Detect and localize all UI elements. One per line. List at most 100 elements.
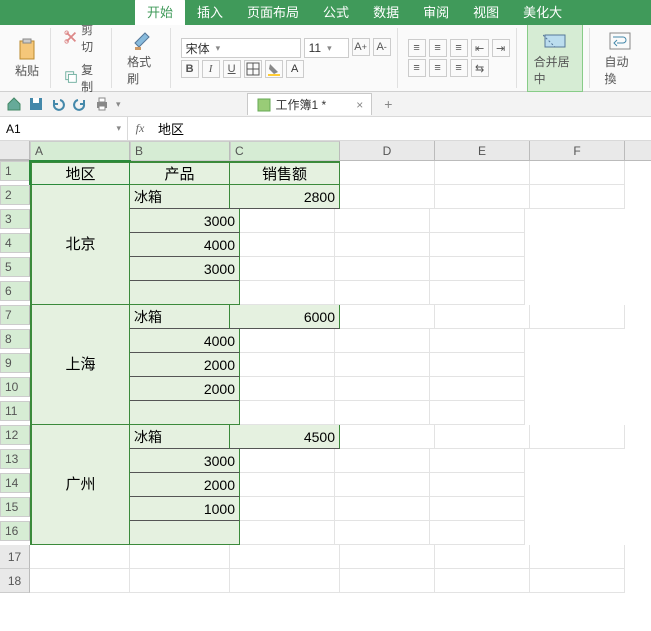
font-size-select[interactable]: 11▾ xyxy=(304,38,349,58)
cell-A1[interactable]: 地区 xyxy=(30,161,130,185)
cell-E13[interactable] xyxy=(335,449,430,473)
font-color-button[interactable]: A xyxy=(286,60,304,78)
cell-F5[interactable] xyxy=(430,257,525,281)
cell-A18[interactable] xyxy=(30,569,130,593)
save-icon[interactable] xyxy=(28,96,44,112)
align-left-button[interactable]: ≡ xyxy=(408,59,426,77)
row-header-13[interactable]: 13 xyxy=(0,449,30,469)
cell-D13[interactable] xyxy=(240,449,335,473)
menu-tab-插入[interactable]: 插入 xyxy=(185,0,235,25)
formula-input[interactable]: 地区 xyxy=(152,119,651,138)
home-icon[interactable] xyxy=(6,96,22,112)
align-bottom-button[interactable]: ≡ xyxy=(450,39,468,57)
fill-color-button[interactable] xyxy=(265,60,283,78)
cell-C16[interactable] xyxy=(130,521,240,545)
cell-E6[interactable] xyxy=(335,281,430,305)
cell-C1[interactable]: 销售额 xyxy=(230,161,340,185)
cell-A17[interactable] xyxy=(30,545,130,569)
row-header-9[interactable]: 9 xyxy=(0,353,30,373)
underline-button[interactable]: U xyxy=(223,60,241,78)
cell-E12[interactable] xyxy=(435,425,530,449)
fx-icon[interactable]: fx xyxy=(128,121,152,136)
cell-F8[interactable] xyxy=(430,329,525,353)
cell-F13[interactable] xyxy=(430,449,525,473)
cell-D14[interactable] xyxy=(240,473,335,497)
wrap-text-button[interactable]: 自动換 xyxy=(600,27,641,89)
cell-D2[interactable] xyxy=(340,185,435,209)
cell-F2[interactable] xyxy=(530,185,625,209)
row-header-5[interactable]: 5 xyxy=(0,257,30,277)
cell-E11[interactable] xyxy=(335,401,430,425)
bold-button[interactable]: B xyxy=(181,60,199,78)
redo-icon[interactable] xyxy=(72,96,88,112)
close-icon[interactable]: × xyxy=(356,98,363,112)
cell-C4[interactable]: 4000 xyxy=(130,233,240,257)
undo-icon[interactable] xyxy=(50,96,66,112)
col-header-C[interactable]: C xyxy=(230,141,340,161)
cell-C12[interactable]: 4500 xyxy=(230,425,340,449)
menu-tab-美化大[interactable]: 美化大 xyxy=(511,0,574,25)
menu-tab-页面布局[interactable]: 页面布局 xyxy=(235,0,311,25)
cell-E17[interactable] xyxy=(435,545,530,569)
cell-F4[interactable] xyxy=(430,233,525,257)
cell-F12[interactable] xyxy=(530,425,625,449)
cell-F15[interactable] xyxy=(430,497,525,521)
cell-C7[interactable]: 6000 xyxy=(230,305,340,329)
cell-C11[interactable] xyxy=(130,401,240,425)
borders-button[interactable] xyxy=(244,60,262,78)
cell-D11[interactable] xyxy=(240,401,335,425)
select-all-corner[interactable] xyxy=(0,141,30,160)
row-header-6[interactable]: 6 xyxy=(0,281,30,301)
cell-F9[interactable] xyxy=(430,353,525,377)
cell-C9[interactable]: 2000 xyxy=(130,353,240,377)
cell-F7[interactable] xyxy=(530,305,625,329)
format-painter-button[interactable]: 格式刷 xyxy=(122,27,163,89)
cell-C13[interactable]: 3000 xyxy=(130,449,240,473)
cell-E3[interactable] xyxy=(335,209,430,233)
cell-B12[interactable]: 冰箱 xyxy=(130,425,230,449)
spreadsheet-grid[interactable]: ABCDEF 1地区产品销售额2北京冰箱28003洗衣机30004空调40005… xyxy=(0,141,651,593)
row-header-1[interactable]: 1 xyxy=(0,161,30,181)
cell-F11[interactable] xyxy=(430,401,525,425)
font-name-select[interactable]: 宋体▾ xyxy=(181,38,301,58)
row-header-3[interactable]: 3 xyxy=(0,209,30,229)
cell-F6[interactable] xyxy=(430,281,525,305)
indent-dec-button[interactable]: ⇤ xyxy=(471,39,489,57)
merge-center-button[interactable]: 合并居中 xyxy=(527,24,583,92)
menu-tab-公式[interactable]: 公式 xyxy=(311,0,361,25)
cell-D9[interactable] xyxy=(240,353,335,377)
cell-C18[interactable] xyxy=(230,569,340,593)
cell-C8[interactable]: 4000 xyxy=(130,329,240,353)
cell-D8[interactable] xyxy=(240,329,335,353)
cell-B1[interactable]: 产品 xyxy=(130,161,230,185)
row-header-7[interactable]: 7 xyxy=(0,305,30,325)
cell-E10[interactable] xyxy=(335,377,430,401)
cell-B2[interactable]: 冰箱 xyxy=(130,185,230,209)
cell-D1[interactable] xyxy=(340,161,435,185)
cell-F17[interactable] xyxy=(530,545,625,569)
cell-E7[interactable] xyxy=(435,305,530,329)
italic-button[interactable]: I xyxy=(202,60,220,78)
col-header-D[interactable]: D xyxy=(340,141,435,160)
cell-D16[interactable] xyxy=(240,521,335,545)
cell-C15[interactable]: 1000 xyxy=(130,497,240,521)
paste-button[interactable]: 粘贴 xyxy=(10,36,44,81)
cell-C17[interactable] xyxy=(230,545,340,569)
cell-D5[interactable] xyxy=(240,257,335,281)
align-middle-button[interactable]: ≡ xyxy=(429,39,447,57)
cell-B17[interactable] xyxy=(130,545,230,569)
merge-split-button[interactable]: ⇆ xyxy=(471,59,489,77)
decrease-font-button[interactable]: A- xyxy=(373,38,391,56)
cell-C6[interactable] xyxy=(130,281,240,305)
cell-A12[interactable]: 广州 xyxy=(30,425,130,545)
increase-font-button[interactable]: A+ xyxy=(352,38,370,56)
cell-D15[interactable] xyxy=(240,497,335,521)
cell-D3[interactable] xyxy=(240,209,335,233)
cell-A2[interactable]: 北京 xyxy=(30,185,130,305)
cell-F3[interactable] xyxy=(430,209,525,233)
align-center-button[interactable]: ≡ xyxy=(429,59,447,77)
cell-C3[interactable]: 3000 xyxy=(130,209,240,233)
cell-D17[interactable] xyxy=(340,545,435,569)
cell-F16[interactable] xyxy=(430,521,525,545)
cell-E1[interactable] xyxy=(435,161,530,185)
